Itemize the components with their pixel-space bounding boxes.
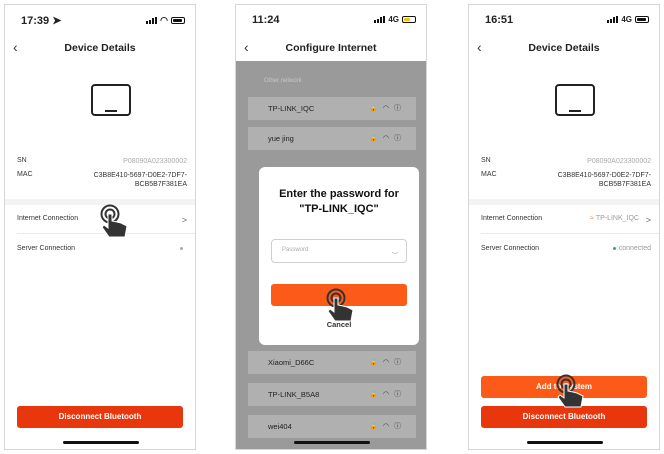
network-item[interactable]: TP-LINK_IQC 🔒◠ⓘ: [248, 97, 416, 121]
row-divider: [481, 233, 659, 234]
screen-device-details-2: 16:51 4G ‹ Device Details SN P08090A0233…: [468, 4, 660, 450]
home-indicator: [527, 441, 603, 444]
status-icons: ◠: [146, 15, 185, 26]
network-type: 4G: [621, 15, 632, 24]
mac-label: MAC: [17, 171, 33, 178]
mac-value: C3B8E410-5697-D0E2-7DF7-BCB5B7F381EA: [557, 172, 651, 188]
nav-bar: ‹ Device Details: [5, 35, 195, 61]
password-placeholder: Password: [282, 247, 309, 253]
battery-icon: [635, 16, 649, 23]
info-icon[interactable]: ⓘ: [394, 105, 406, 112]
screen-configure-internet: 11:24 4G ‹ Configure Internet Other netw…: [235, 4, 427, 450]
device-icon: [91, 84, 131, 116]
chevron-right-icon: >: [181, 215, 187, 225]
server-connection-label: Server Connection: [17, 245, 75, 252]
home-indicator: [63, 441, 139, 444]
info-icon[interactable]: ⓘ: [394, 391, 406, 398]
wifi-icon: ◠: [382, 391, 394, 398]
status-bar: 11:24 4G: [236, 5, 426, 33]
disconnect-bluetooth-button[interactable]: Disconnect Bluetooth: [17, 406, 183, 428]
mac-value: C3B8E410-5697-D0E2-7DF7-BCB5B7F381EA: [93, 172, 187, 188]
tap-hand-icon: [100, 204, 128, 238]
internet-connection-value: ≈ TP-LINK_IQC: [590, 215, 639, 222]
lock-icon: 🔒: [369, 135, 383, 142]
wifi-icon: ≈: [590, 215, 594, 222]
lock-icon: 🔒: [369, 105, 383, 112]
status-bar: 16:51 4G: [469, 5, 659, 33]
network-item[interactable]: Xiaomi_D66C 🔒◠ⓘ: [248, 351, 416, 375]
network-item[interactable]: TP-LINK_B5A8 🔒◠ⓘ: [248, 383, 416, 407]
mac-label: MAC: [481, 171, 497, 178]
network-name: TP-LINK_B5A8: [268, 390, 320, 399]
network-type: 4G: [388, 15, 399, 24]
internet-connection-label: Internet Connection: [17, 215, 79, 222]
page-title: Configure Internet: [285, 42, 377, 54]
nav-bar: ‹ Configure Internet: [236, 35, 426, 61]
sn-value: P08090A023300002: [123, 158, 187, 165]
battery-icon: [171, 17, 185, 24]
network-name: wei404: [268, 422, 292, 431]
network-icons: 🔒◠ⓘ: [369, 389, 406, 399]
info-icon[interactable]: ⓘ: [394, 359, 406, 366]
section-label: Other network: [264, 78, 302, 84]
page-title: Device Details: [64, 42, 136, 54]
status-icons: 4G: [607, 15, 649, 24]
server-connection-status: connected: [612, 245, 651, 252]
eye-icon[interactable]: ‿: [392, 246, 398, 254]
network-icons: 🔒◠ⓘ: [369, 357, 406, 367]
connected-dot-icon: [612, 246, 616, 250]
password-dialog: Enter the password for "TP-LINK_IQC" Pas…: [259, 167, 419, 345]
sn-label: SN: [17, 157, 27, 164]
sn-label: SN: [481, 157, 491, 164]
status-dot: [180, 247, 183, 250]
status-time: 17:39 ➤: [21, 15, 62, 27]
status-time: 11:24: [252, 14, 280, 26]
dialog-title: Enter the password for "TP-LINK_IQC": [279, 188, 399, 215]
network-item[interactable]: wei404 🔒◠ⓘ: [248, 415, 416, 439]
wifi-status-icon: ◠: [160, 15, 168, 25]
internet-connection-label: Internet Connection: [481, 215, 543, 222]
network-icons: 🔒◠ⓘ: [369, 421, 406, 431]
location-arrow-icon: ➤: [52, 15, 62, 27]
lock-icon: 🔒: [369, 391, 383, 398]
device-icon: [555, 84, 595, 116]
home-indicator: [294, 441, 370, 444]
network-name: yue jing: [268, 134, 294, 143]
screen-device-details-1: 17:39 ➤ ◠ ‹ Device Details SN P08090A023…: [4, 4, 196, 450]
battery-icon: [402, 16, 416, 23]
signal-icon: [607, 16, 619, 23]
chevron-right-icon: >: [645, 215, 651, 225]
network-name: Xiaomi_D66C: [268, 358, 315, 367]
nav-bar: ‹ Device Details: [469, 35, 659, 61]
network-icons: 🔒◠ⓘ: [369, 133, 406, 143]
wifi-icon: ◠: [382, 135, 394, 142]
wifi-icon: ◠: [382, 423, 394, 430]
status-icons: 4G: [374, 15, 416, 24]
info-icon[interactable]: ⓘ: [394, 423, 406, 430]
lock-icon: 🔒: [369, 423, 383, 430]
server-connection-label: Server Connection: [481, 245, 539, 252]
tap-hand-icon: [556, 374, 584, 408]
section-divider: [469, 199, 659, 205]
sn-value: P08090A023300002: [587, 158, 651, 165]
status-bar: 17:39 ➤ ◠: [5, 5, 195, 33]
wifi-icon: ◠: [382, 105, 394, 112]
password-input[interactable]: Password ‿: [271, 239, 407, 263]
signal-icon: [146, 17, 158, 24]
info-icon[interactable]: ⓘ: [394, 135, 406, 142]
wifi-icon: ◠: [382, 359, 394, 366]
page-title: Device Details: [528, 42, 600, 54]
status-time: 16:51: [485, 14, 514, 26]
lock-icon: 🔒: [369, 359, 383, 366]
network-item[interactable]: yue jing 🔒◠ⓘ: [248, 127, 416, 151]
network-name: TP-LINK_IQC: [268, 104, 315, 113]
network-icons: 🔒◠ⓘ: [369, 103, 406, 113]
tap-hand-icon: [326, 288, 354, 322]
signal-icon: [374, 16, 386, 23]
